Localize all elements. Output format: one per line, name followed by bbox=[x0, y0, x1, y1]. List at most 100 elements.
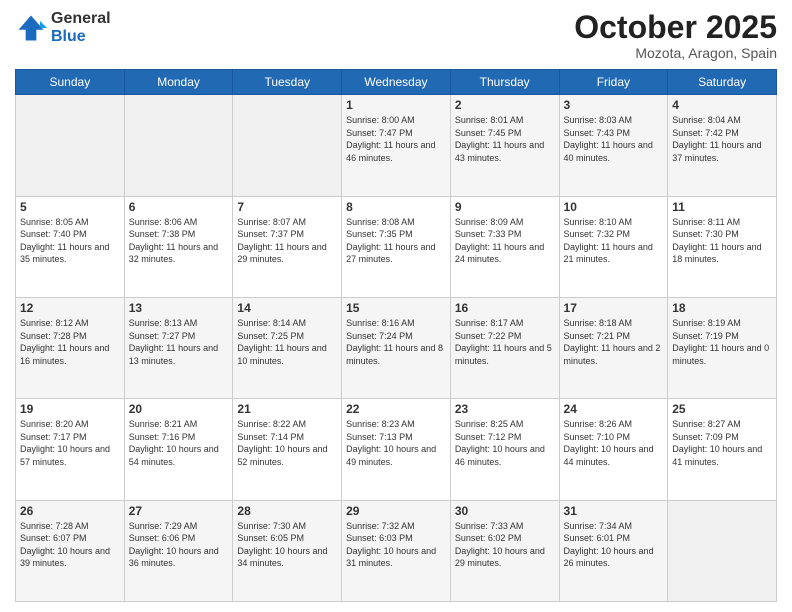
calendar-cell: 6Sunrise: 8:06 AMSunset: 7:38 PMDaylight… bbox=[124, 196, 233, 297]
calendar-cell: 8 Sunrise: 8:08 AMSunset: 7:35 PMDaylight… bbox=[342, 196, 451, 297]
day-number: 19 bbox=[20, 402, 120, 416]
day-info: Sunrise: 8:21 AMSunset: 7:16 PMDaylight:… bbox=[129, 418, 229, 468]
calendar-cell: 10 Sunrise: 8:10 AMSunset: 7:32 PMDayligh… bbox=[559, 196, 668, 297]
day-info: Sunrise: 8:12 AMSunset: 7:28 PMDaylight:… bbox=[20, 317, 120, 367]
day-number: 14 bbox=[237, 301, 337, 315]
day-number: 1 bbox=[346, 98, 446, 112]
day-number: 25 bbox=[672, 402, 772, 416]
calendar-cell: 24 Sunrise: 8:26 AMSunset: 7:10 PMDayligh… bbox=[559, 399, 668, 500]
calendar-cell: 30 Sunrise: 7:33 AMSunset: 6:02 PMDayligh… bbox=[450, 500, 559, 601]
day-info: Sunrise: 8:19 AMSunset: 7:19 PMDaylight:… bbox=[672, 317, 772, 367]
day-info: Sunrise: 8:23 AMSunset: 7:13 PMDaylight:… bbox=[346, 418, 446, 468]
logo-text: General Blue bbox=[51, 10, 111, 45]
day-info: Sunrise: 8:08 AMSunset: 7:35 PMDaylight:… bbox=[346, 216, 446, 266]
day-number: 10 bbox=[564, 200, 664, 214]
title-block: October 2025 Mozota, Aragon, Spain bbox=[574, 10, 777, 61]
day-info: Sunrise: 7:28 AMSunset: 6:07 PMDaylight:… bbox=[20, 520, 120, 570]
calendar-cell: 27 Sunrise: 7:29 AMSunset: 6:06 PMDayligh… bbox=[124, 500, 233, 601]
day-number: 21 bbox=[237, 402, 337, 416]
calendar-cell: 26 Sunrise: 7:28 AMSunset: 6:07 PMDayligh… bbox=[16, 500, 125, 601]
day-number: 6 bbox=[129, 200, 229, 214]
day-number: 30 bbox=[455, 504, 555, 518]
day-info: Sunrise: 8:03 AMSunset: 7:43 PMDaylight:… bbox=[564, 114, 664, 164]
day-number: 23 bbox=[455, 402, 555, 416]
month-title: October 2025 bbox=[574, 10, 777, 45]
logo-icon bbox=[15, 12, 47, 44]
day-info: Sunrise: 8:18 AMSunset: 7:21 PMDaylight:… bbox=[564, 317, 664, 367]
day-info: Sunrise: 7:30 AMSunset: 6:05 PMDaylight:… bbox=[237, 520, 337, 570]
calendar-cell: 1 Sunrise: 8:00 AMSunset: 7:47 PMDaylight… bbox=[342, 95, 451, 196]
calendar-cell: 25 Sunrise: 8:27 AMSunset: 7:09 PMDayligh… bbox=[668, 399, 777, 500]
day-info: Sunrise: 8:00 AMSunset: 7:47 PMDaylight:… bbox=[346, 114, 446, 164]
weekday-header-row: SundayMondayTuesdayWednesdayThursdayFrid… bbox=[16, 70, 777, 95]
calendar-table: SundayMondayTuesdayWednesdayThursdayFrid… bbox=[15, 69, 777, 602]
calendar-week-row: 1 Sunrise: 8:00 AMSunset: 7:47 PMDaylight… bbox=[16, 95, 777, 196]
calendar-cell: 16Sunrise: 8:17 AMSunset: 7:22 PMDayligh… bbox=[450, 297, 559, 398]
calendar-week-row: 12 Sunrise: 8:12 AMSunset: 7:28 PMDayligh… bbox=[16, 297, 777, 398]
calendar-cell: 15 Sunrise: 8:16 AMSunset: 7:24 PMDayligh… bbox=[342, 297, 451, 398]
calendar-cell: 11Sunrise: 8:11 AMSunset: 7:30 PMDayligh… bbox=[668, 196, 777, 297]
calendar-cell: 23 Sunrise: 8:25 AMSunset: 7:12 PMDayligh… bbox=[450, 399, 559, 500]
day-info: Sunrise: 7:29 AMSunset: 6:06 PMDaylight:… bbox=[129, 520, 229, 570]
day-info: Sunrise: 8:01 AMSunset: 7:45 PMDaylight:… bbox=[455, 114, 555, 164]
day-number: 28 bbox=[237, 504, 337, 518]
calendar-cell: 20 Sunrise: 8:21 AMSunset: 7:16 PMDayligh… bbox=[124, 399, 233, 500]
weekday-header-tuesday: Tuesday bbox=[233, 70, 342, 95]
day-info: Sunrise: 8:04 AMSunset: 7:42 PMDaylight:… bbox=[672, 114, 772, 164]
calendar-cell bbox=[124, 95, 233, 196]
day-number: 12 bbox=[20, 301, 120, 315]
calendar-cell: 5Sunrise: 8:05 AMSunset: 7:40 PMDaylight… bbox=[16, 196, 125, 297]
calendar-cell: 7Sunrise: 8:07 AMSunset: 7:37 PMDaylight… bbox=[233, 196, 342, 297]
day-number: 8 bbox=[346, 200, 446, 214]
calendar-cell: 14Sunrise: 8:14 AMSunset: 7:25 PMDayligh… bbox=[233, 297, 342, 398]
calendar-cell: 9 Sunrise: 8:09 AMSunset: 7:33 PMDaylight… bbox=[450, 196, 559, 297]
day-number: 26 bbox=[20, 504, 120, 518]
day-info: Sunrise: 8:09 AMSunset: 7:33 PMDaylight:… bbox=[455, 216, 555, 266]
day-info: Sunrise: 8:27 AMSunset: 7:09 PMDaylight:… bbox=[672, 418, 772, 468]
logo-blue: Blue bbox=[51, 28, 111, 46]
day-info: Sunrise: 8:13 AMSunset: 7:27 PMDaylight:… bbox=[129, 317, 229, 367]
location-subtitle: Mozota, Aragon, Spain bbox=[574, 45, 777, 61]
day-number: 27 bbox=[129, 504, 229, 518]
calendar-cell: 21Sunrise: 8:22 AMSunset: 7:14 PMDayligh… bbox=[233, 399, 342, 500]
day-number: 15 bbox=[346, 301, 446, 315]
calendar-week-row: 5Sunrise: 8:05 AMSunset: 7:40 PMDaylight… bbox=[16, 196, 777, 297]
day-number: 2 bbox=[455, 98, 555, 112]
day-number: 5 bbox=[20, 200, 120, 214]
day-number: 20 bbox=[129, 402, 229, 416]
day-number: 4 bbox=[672, 98, 772, 112]
weekday-header-thursday: Thursday bbox=[450, 70, 559, 95]
day-info: Sunrise: 8:10 AMSunset: 7:32 PMDaylight:… bbox=[564, 216, 664, 266]
calendar-cell: 3 Sunrise: 8:03 AMSunset: 7:43 PMDaylight… bbox=[559, 95, 668, 196]
calendar-cell bbox=[233, 95, 342, 196]
day-number: 9 bbox=[455, 200, 555, 214]
calendar-cell: 19 Sunrise: 8:20 AMSunset: 7:17 PMDayligh… bbox=[16, 399, 125, 500]
day-info: Sunrise: 8:26 AMSunset: 7:10 PMDaylight:… bbox=[564, 418, 664, 468]
day-info: Sunrise: 8:11 AMSunset: 7:30 PMDaylight:… bbox=[672, 216, 772, 266]
calendar-week-row: 19 Sunrise: 8:20 AMSunset: 7:17 PMDayligh… bbox=[16, 399, 777, 500]
day-number: 18 bbox=[672, 301, 772, 315]
day-info: Sunrise: 8:07 AMSunset: 7:37 PMDaylight:… bbox=[237, 216, 337, 266]
weekday-header-sunday: Sunday bbox=[16, 70, 125, 95]
day-info: Sunrise: 7:33 AMSunset: 6:02 PMDaylight:… bbox=[455, 520, 555, 570]
calendar-cell bbox=[668, 500, 777, 601]
calendar-cell: 18 Sunrise: 8:19 AMSunset: 7:19 PMDayligh… bbox=[668, 297, 777, 398]
day-number: 24 bbox=[564, 402, 664, 416]
weekday-header-monday: Monday bbox=[124, 70, 233, 95]
calendar-cell: 29Sunrise: 7:32 AMSunset: 6:03 PMDayligh… bbox=[342, 500, 451, 601]
day-number: 29 bbox=[346, 504, 446, 518]
day-number: 13 bbox=[129, 301, 229, 315]
day-number: 17 bbox=[564, 301, 664, 315]
calendar-cell: 13 Sunrise: 8:13 AMSunset: 7:27 PMDayligh… bbox=[124, 297, 233, 398]
day-number: 3 bbox=[564, 98, 664, 112]
logo: General Blue bbox=[15, 10, 111, 45]
day-info: Sunrise: 8:16 AMSunset: 7:24 PMDaylight:… bbox=[346, 317, 446, 367]
weekday-header-wednesday: Wednesday bbox=[342, 70, 451, 95]
day-info: Sunrise: 8:20 AMSunset: 7:17 PMDaylight:… bbox=[20, 418, 120, 468]
calendar-cell bbox=[16, 95, 125, 196]
day-info: Sunrise: 8:17 AMSunset: 7:22 PMDaylight:… bbox=[455, 317, 555, 367]
calendar-cell: 22Sunrise: 8:23 AMSunset: 7:13 PMDayligh… bbox=[342, 399, 451, 500]
day-number: 31 bbox=[564, 504, 664, 518]
calendar-cell: 28 Sunrise: 7:30 AMSunset: 6:05 PMDayligh… bbox=[233, 500, 342, 601]
day-info: Sunrise: 8:25 AMSunset: 7:12 PMDaylight:… bbox=[455, 418, 555, 468]
